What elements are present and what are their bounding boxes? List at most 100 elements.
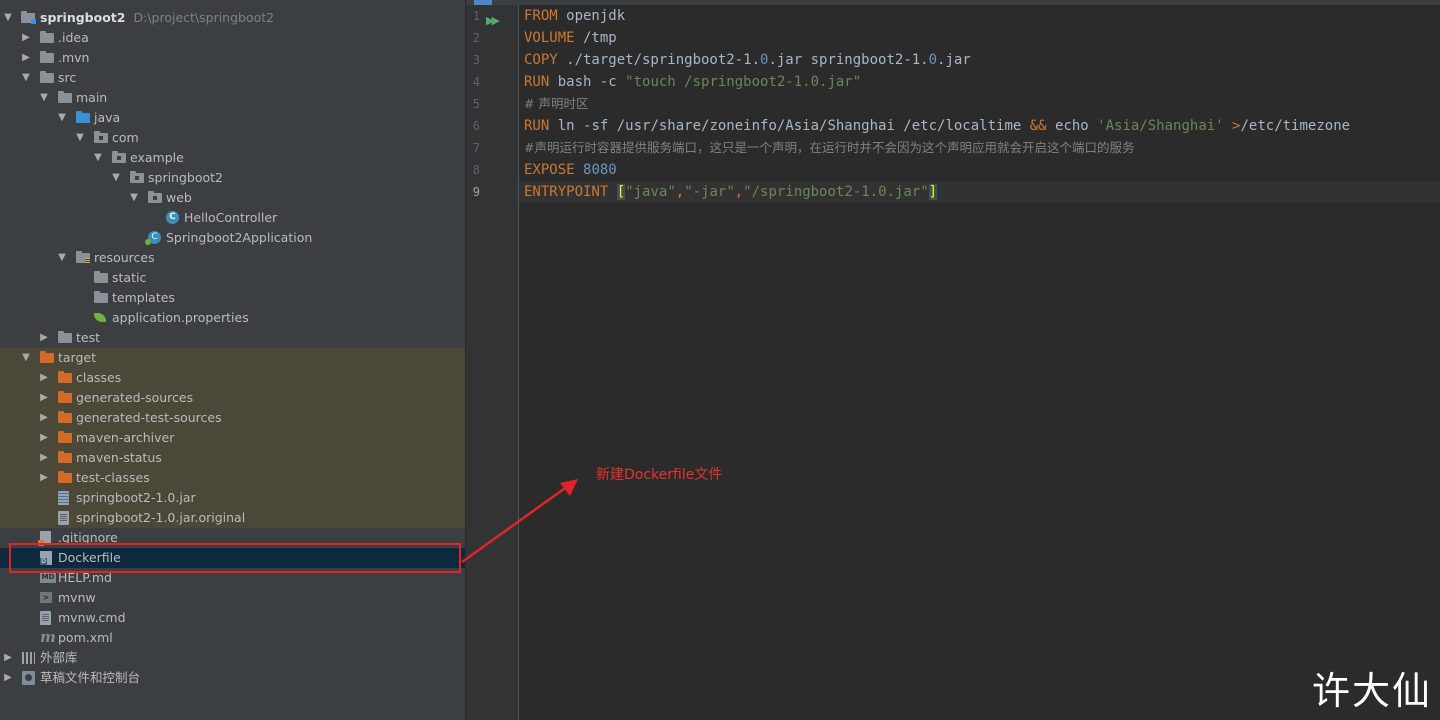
chevron-down-icon[interactable]: ▼ [128,188,140,208]
chevron-down-icon[interactable]: ▼ [74,128,86,148]
tree-item-label: static [112,270,147,285]
tree-item-label: generated-test-sources [76,410,222,425]
module-folder-icon [21,11,36,24]
code-token: 0 [928,52,938,68]
folder-package-icon [148,191,162,203]
chevron-right-icon[interactable]: ▶ [20,48,32,68]
tree-item[interactable]: ▶ classes [0,368,465,388]
tree-item[interactable]: m pom.xml [0,628,465,648]
tree-item[interactable]: ▼ java [0,108,465,128]
tree-item[interactable]: ▼ src [0,68,465,88]
run-icon[interactable]: ▶▶ [486,10,500,32]
chevron-right-icon[interactable]: ▶ [38,428,50,448]
chevron-right-icon[interactable]: ▶ [2,668,14,688]
code-line[interactable]: RUN ln -sf /usr/share/zoneinfo/Asia/Shan… [519,115,1440,137]
tree-item[interactable]: ▶ generated-test-sources [0,408,465,428]
tree-item-label: web [166,190,192,205]
tree-item-label: main [76,90,108,105]
code-line[interactable]: EXPOSE 8080 [519,159,1440,181]
tree-item[interactable]: static [0,268,465,288]
tree-item-label: test [76,330,101,345]
code-token: [ [616,184,626,200]
tree-item[interactable]: ▼ target [0,348,465,368]
tree-item-label: 外部库 [40,650,78,665]
code-token: 'Asia/Shanghai' [1097,118,1224,134]
tree-item[interactable]: ▼ web [0,188,465,208]
code-token: ENTRYPOINT [524,184,609,200]
chevron-right-icon[interactable]: ▶ [38,408,50,428]
folder-grey-icon [40,71,54,83]
tree-item[interactable]: ▼ springboot2 [0,168,465,188]
code-token: VOLUME [524,30,575,46]
tree-item[interactable]: ▶ .mvn [0,48,465,68]
chevron-right-icon[interactable]: ▶ [38,328,50,348]
code-line[interactable]: FROM openjdk [519,5,1440,27]
chevron-right-icon[interactable]: ▶ [38,448,50,468]
folder-orange-icon [58,391,72,403]
code-line[interactable]: COPY ./target/springboot2-1. 0.jar spring… [519,49,1440,71]
line-number: 2 [472,31,480,45]
code-token: /etc/timezone [1240,118,1351,134]
code-token: /tmp [574,30,617,46]
chevron-down-icon[interactable]: ▼ [56,108,68,128]
project-tree[interactable]: ▼ springboot2 D:\project\springboot2 ▶ .id… [0,0,465,720]
code-line[interactable]: VOLUME /tmp [519,27,1440,49]
tree-item-label: target [58,350,97,365]
chevron-down-icon[interactable]: ▼ [110,168,122,188]
folder-package-icon [112,151,126,163]
chevron-down-icon[interactable]: ▼ [2,8,14,28]
tree-item[interactable]: ▶ .idea [0,28,465,48]
tree-item[interactable]: ▼ example [0,148,465,168]
line-number: 7 [472,141,480,155]
chevron-right-icon[interactable]: ▶ [20,28,32,48]
chevron-down-icon[interactable]: ▼ [20,348,32,368]
tree-item[interactable]: application.properties [0,308,465,328]
code-line[interactable]: ENTRYPOINT ["java","-jar","/springboot2-… [519,181,1440,203]
code-line[interactable]: RUN bash -c "touch /springboot2-1.0.jar" [519,71,1440,93]
tree-item[interactable]: springboot2-1.0.jar [0,488,465,508]
tree-item[interactable]: springboot2-1.0.jar.original [0,508,465,528]
chevron-down-icon[interactable]: ▼ [38,88,50,108]
tree-item-label: Springboot2Application [166,230,313,245]
chevron-down-icon[interactable]: ▼ [56,248,68,268]
tree-item-label: pom.xml [58,630,113,645]
tree-item[interactable]: ▼ com [0,128,465,148]
tree-item[interactable]: ▼ resources [0,248,465,268]
code-line[interactable]: # 声明时区 [519,93,1440,115]
tree-item[interactable]: ▶ 草稿文件和控制台 [0,668,465,688]
code-editor[interactable]: FROM openjdk VOLUME /tmp COPY ./target/spr… [519,5,1440,720]
tree-item-label: 草稿文件和控制台 [40,670,141,685]
tree-item[interactable]: ▼ main [0,88,465,108]
tree-item[interactable]: C HelloController [0,208,465,228]
chevron-right-icon[interactable]: ▶ [38,468,50,488]
folder-grey-icon [40,51,54,63]
chevron-right-icon[interactable]: ▶ [38,388,50,408]
chevron-right-icon[interactable]: ▶ [38,368,50,388]
tree-item[interactable]: ▶ 外部库 [0,648,465,668]
tree-item-label: test-classes [76,470,150,485]
line-number: 6 [472,119,480,133]
code-token: .jar [937,52,971,68]
chevron-down-icon[interactable]: ▼ [92,148,104,168]
tree-item-label: java [94,110,121,125]
tree-item[interactable]: > mvnw [0,588,465,608]
code-line[interactable]: #声明运行时容器提供服务端口，这只是一个声明，在运行时并不会因为这个声明应用就会… [519,137,1440,159]
tree-item[interactable]: ▶ test-classes [0,468,465,488]
chevron-right-icon[interactable]: ▶ [2,648,14,668]
tree-item[interactable]: ▶ test [0,328,465,348]
tree-root-springboot2[interactable]: ▼ springboot2 D:\project\springboot2 [0,8,465,28]
code-token: RUN [524,118,550,134]
tree-item[interactable]: mvnw.cmd [0,608,465,628]
code-token: , [734,184,744,200]
tree-item[interactable]: C Springboot2Application [0,228,465,248]
tree-item-label: springboot2 [148,170,223,185]
tree-item[interactable]: templates [0,288,465,308]
tree-item[interactable]: ▶ maven-archiver [0,428,465,448]
chevron-down-icon[interactable]: ▼ [20,68,32,88]
tree-item[interactable]: ▶ generated-sources [0,388,465,408]
code-token: "java" [625,184,676,200]
line-number: 4 [472,75,480,89]
tree-item[interactable]: ▶ maven-status [0,448,465,468]
tree-item-label: springboot2-1.0.jar [76,490,196,505]
line-number: 3 [472,53,480,67]
